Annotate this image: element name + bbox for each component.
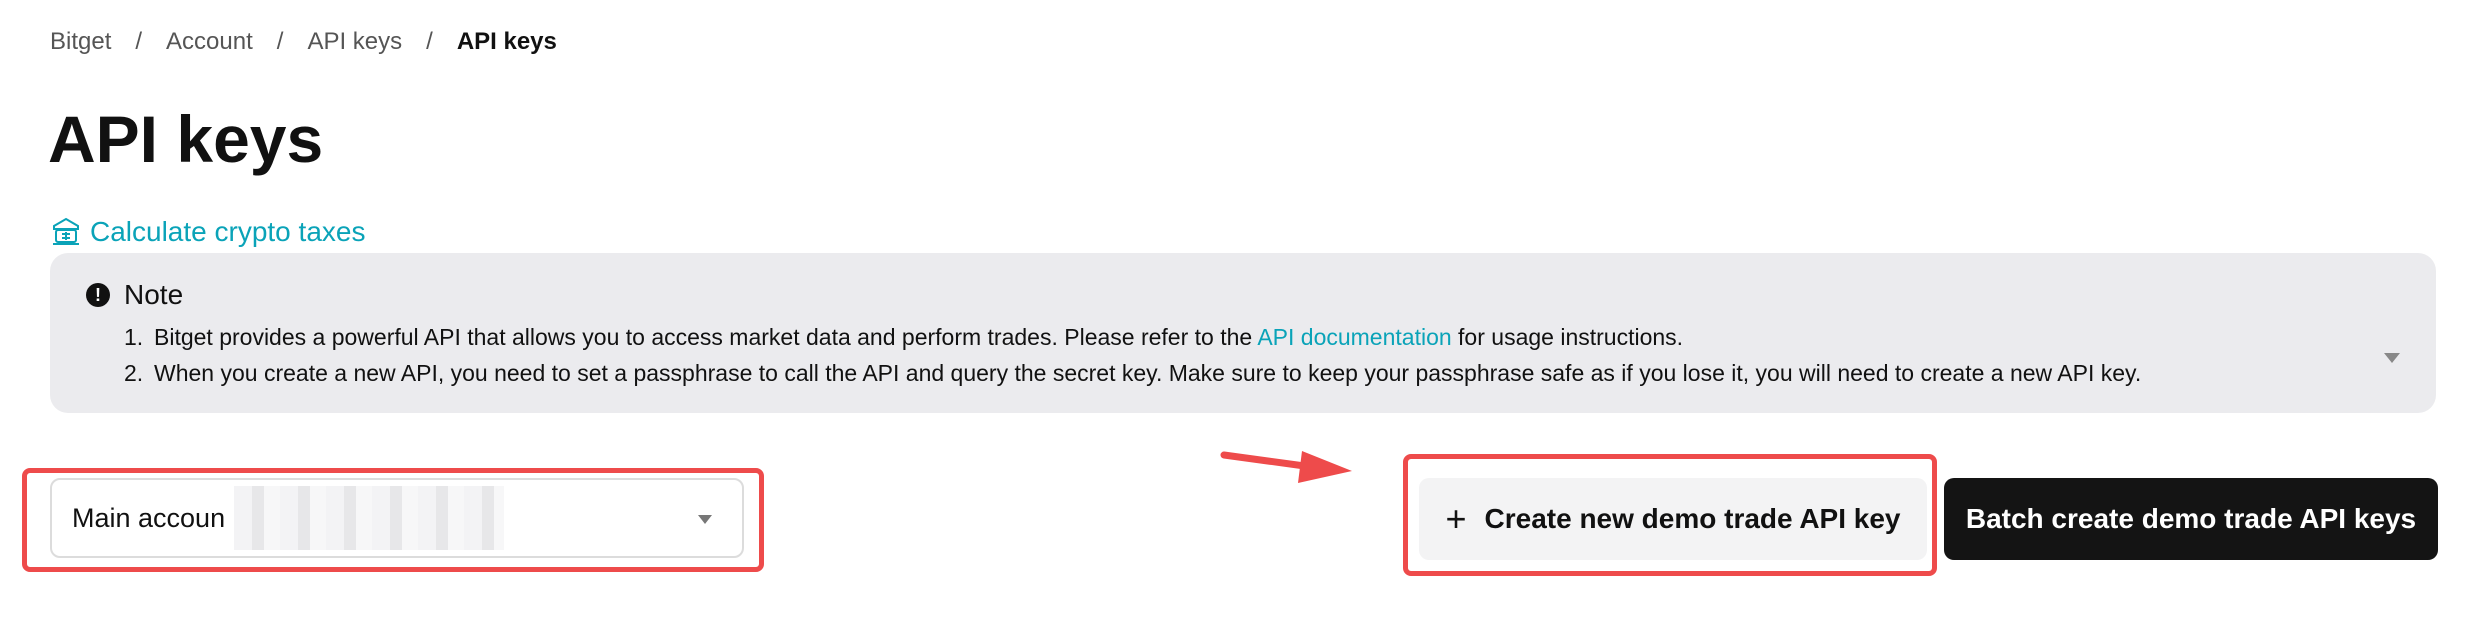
breadcrumb-item-account[interactable]: Account [166,28,253,56]
note-header: ! Note [86,277,183,313]
note-item-number: 1. [124,324,144,350]
warning-icon: ! [86,283,110,307]
plus-icon: + [1445,498,1467,539]
chevron-down-icon [698,515,712,524]
calculate-crypto-taxes-link[interactable]: Calculate crypto taxes [50,212,365,252]
calculate-crypto-taxes-label: Calculate crypto taxes [90,216,366,247]
annotation-arrow-icon [1220,451,1352,483]
account-select[interactable]: Main accoun [50,478,744,558]
breadcrumb-item-bitget[interactable]: Bitget [50,28,111,56]
api-documentation-link[interactable]: API documentation [1257,324,1451,350]
note-item-text: Bitget provides a powerful API that allo… [154,324,1258,350]
note-item-number: 2. [124,360,144,386]
note-panel: ! Note 1. Bitget provides a powerful API … [50,253,2436,413]
tax-calculator-icon [53,217,79,245]
breadcrumb-separator: / [426,28,433,55]
note-item-text: When you create a new API, you need to s… [154,360,2142,386]
note-expand-icon[interactable] [2384,353,2400,363]
note-title: Note [124,279,184,310]
note-item: 1. Bitget provides a powerful API that al… [124,319,2141,355]
breadcrumb-separator: / [135,28,143,55]
create-demo-trade-api-key-button[interactable]: + Create new demo trade API key [1419,478,1927,560]
breadcrumb-item-api-keys[interactable]: API keys [307,28,402,56]
account-select-value: Main accoun [72,503,226,533]
create-demo-trade-api-key-label: Create new demo trade API key [1484,503,1901,534]
breadcrumb: Bitget / Account / API keys / API keys [50,26,557,58]
redacted-account-id [234,486,504,550]
note-item-text: for usage instructions. [1451,324,1684,350]
breadcrumb-current: API keys [456,28,557,55]
page-title: API keys [48,102,324,176]
breadcrumb-separator: / [276,28,284,55]
note-item: 2. When you create a new API, you need to… [124,355,2141,391]
note-list: 1. Bitget provides a powerful API that al… [124,319,2141,391]
batch-create-demo-trade-api-keys-button[interactable]: Batch create demo trade API keys [1944,478,2438,560]
